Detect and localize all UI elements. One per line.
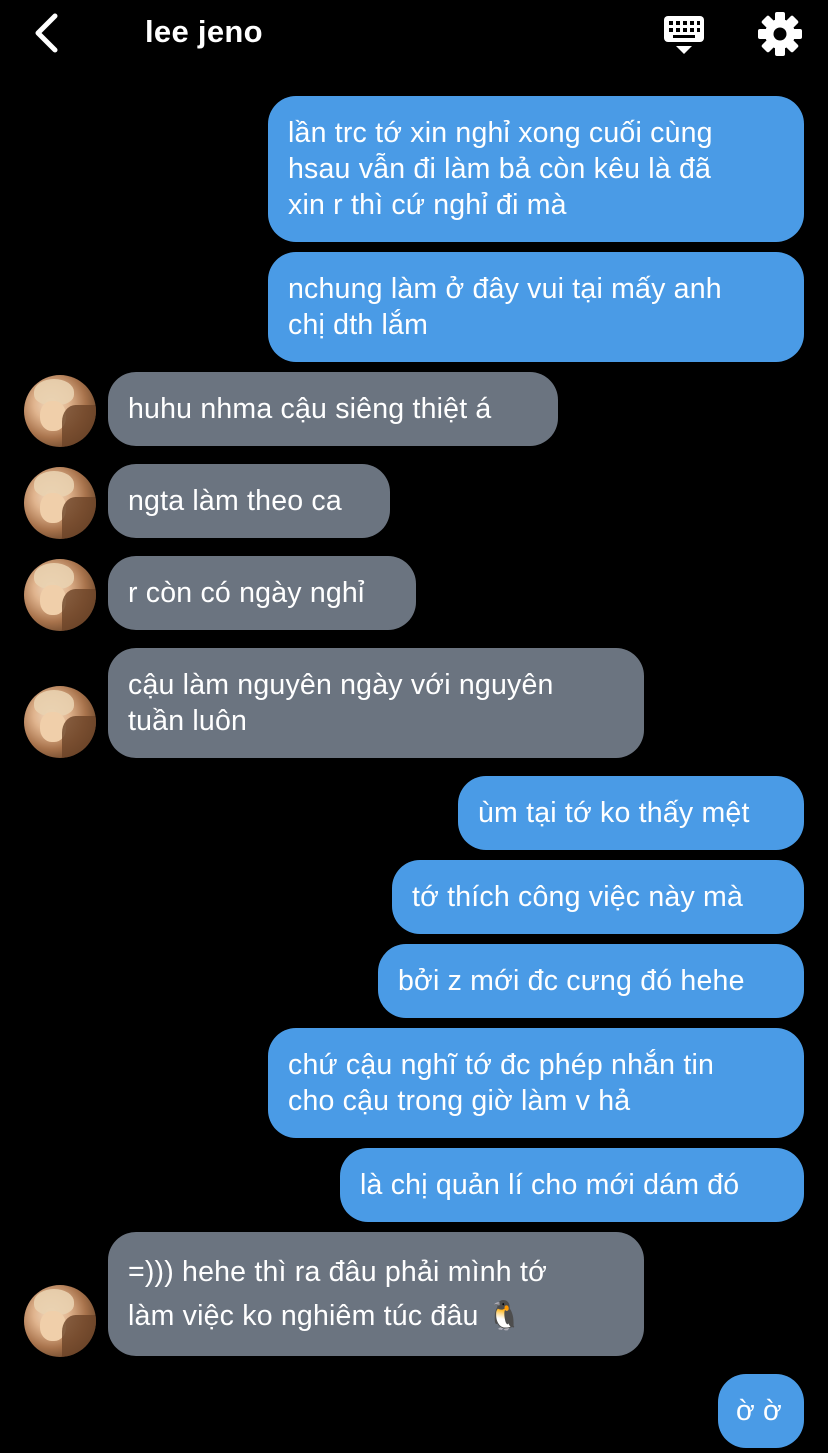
message-incoming[interactable]: cậu làm nguyên ngày với nguyên tuần luôn <box>108 648 644 758</box>
message-incoming[interactable]: ngta làm theo ca <box>108 464 390 538</box>
message-outgoing[interactable]: ùm tại tớ ko thấy mệt <box>458 776 804 850</box>
message-outgoing[interactable]: bởi z mới đc cưng đó hehe <box>378 944 804 1018</box>
avatar[interactable] <box>24 467 96 539</box>
message-outgoing[interactable]: là chị quản lí cho mới dám đó <box>340 1148 804 1222</box>
message-outgoing[interactable]: ờ ờ <box>718 1374 804 1448</box>
message-incoming[interactable]: huhu nhma cậu siêng thiệt á <box>108 372 558 446</box>
keyboard-button[interactable] <box>660 12 708 58</box>
message-outgoing[interactable]: lần trc tớ xin nghỉ xong cuối cùng hsau … <box>268 96 804 242</box>
message-incoming[interactable]: r còn có ngày nghỉ <box>108 556 416 630</box>
avatar[interactable] <box>24 1285 96 1357</box>
settings-button[interactable] <box>756 10 804 58</box>
message-incoming[interactable]: =))) hehe thì ra đâu phải mình tớ làm vi… <box>108 1232 644 1356</box>
message-outgoing[interactable]: nchung làm ở đây vui tại mấy anh chị dth… <box>268 252 804 362</box>
message-outgoing[interactable]: tớ thích công việc này mà <box>392 860 804 934</box>
avatar[interactable] <box>24 375 96 447</box>
chat-title[interactable]: lee jeno <box>145 14 263 50</box>
chat-header: lee jeno <box>0 0 828 70</box>
keyboard-icon <box>664 16 704 54</box>
avatar[interactable] <box>24 686 96 758</box>
message-outgoing[interactable]: chứ cậu nghĩ tớ đc phép nhắn tin cho cậu… <box>268 1028 804 1138</box>
avatar[interactable] <box>24 559 96 631</box>
chevron-left-icon <box>35 13 58 53</box>
back-button[interactable] <box>26 10 66 56</box>
gear-icon <box>758 12 802 56</box>
